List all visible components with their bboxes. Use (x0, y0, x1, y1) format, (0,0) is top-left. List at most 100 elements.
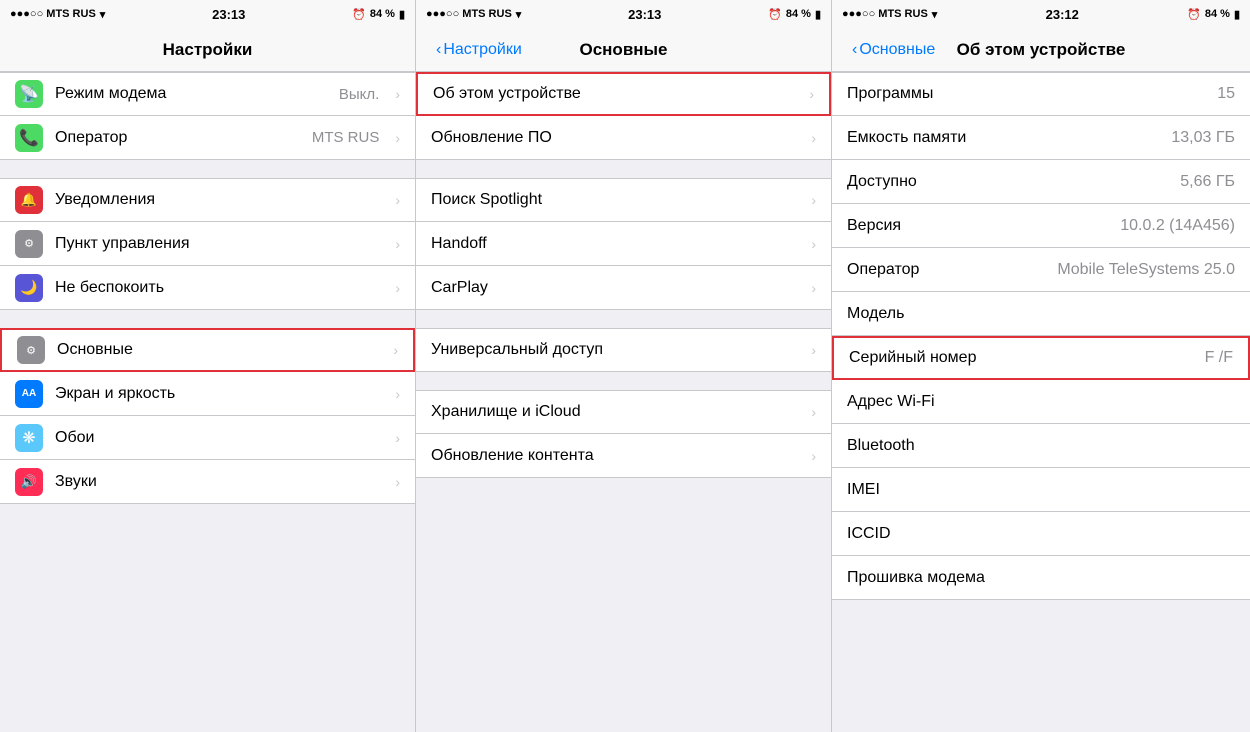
label-accessibility: Универсальный доступ (431, 341, 807, 359)
status-bar-2: ●●●○○ MTS RUS ▾ 23:13 ⏰ 84 % ▮ (416, 0, 831, 28)
chevron-wallpaper: › (395, 430, 400, 446)
plain-item-accessibility[interactable]: Универсальный доступ › (416, 328, 831, 372)
alarm-icon-3: ⏰ (1187, 8, 1201, 21)
icon-dnd: 🌙 (15, 274, 43, 302)
label-notifications: Уведомления (55, 191, 379, 209)
plain-item-icloud-storage[interactable]: Хранилище и iCloud › (416, 390, 831, 434)
icon-notifications: 🔔 (15, 186, 43, 214)
wifi-icon-2: ▾ (516, 8, 522, 21)
back-chevron-2: ‹ (436, 41, 441, 59)
label-content-update: Обновление контента (431, 447, 807, 465)
section-group-3a: Программы 15 Емкость памяти 13,03 ГБ Дос… (832, 72, 1250, 600)
settings-item-wallpaper[interactable]: ❋ Обои › (0, 416, 415, 460)
chevron-content-update: › (811, 448, 816, 464)
status-carrier-3: ●●●○○ MTS RUS ▾ (842, 8, 937, 21)
settings-item-notifications[interactable]: 🔔 Уведомления › (0, 178, 415, 222)
label-bluetooth: Bluetooth (847, 437, 1227, 455)
settings-item-modem[interactable]: 📡 Режим модема Выкл. › (0, 72, 415, 116)
label-modem-fw: Прошивка модема (847, 569, 1227, 587)
label-operator3: Оператор (847, 261, 1049, 279)
status-carrier-1: ●●●○○ MTS RUS ▾ (10, 8, 105, 21)
plain-item-content-update[interactable]: Обновление контента › (416, 434, 831, 478)
settings-item-sounds[interactable]: 🔊 Звуки › (0, 460, 415, 504)
label-serial: Серийный номер (849, 349, 1197, 367)
nav-bar-2: ‹ Настройки Основные (416, 28, 831, 72)
wifi-icon-3: ▾ (932, 8, 938, 21)
section-group-2d: Хранилище и iCloud › Обновление контента… (416, 390, 831, 478)
label-sounds: Звуки (55, 473, 379, 491)
section-group-1: 📡 Режим модема Выкл. › 📞 Оператор MTS RU… (0, 72, 415, 160)
settings-item-operator[interactable]: 📞 Оператор MTS RUS › (0, 116, 415, 160)
settings-list-3: Программы 15 Емкость памяти 13,03 ГБ Дос… (832, 72, 1250, 732)
alarm-icon-2: ⏰ (768, 8, 782, 21)
signal-3: ●●●○○ MTS RUS (842, 8, 928, 20)
label-handoff: Handoff (431, 235, 807, 253)
label-imei: IMEI (847, 481, 1227, 499)
status-time-1: 23:13 (212, 7, 245, 22)
chevron-accessibility: › (811, 342, 816, 358)
status-bar-1: ●●●○○ MTS RUS ▾ 23:13 ⏰ 84 % ▮ (0, 0, 415, 28)
plain-item-carplay[interactable]: CarPlay › (416, 266, 831, 310)
settings-item-display[interactable]: AA Экран и яркость › (0, 372, 415, 416)
detail-item-modem-fw: Прошивка модема (832, 556, 1250, 600)
chevron-update: › (811, 130, 816, 146)
label-dnd: Не беспокоить (55, 279, 379, 297)
settings-item-general[interactable]: ⚙ Основные › (0, 328, 415, 372)
label-programs: Программы (847, 85, 1209, 103)
battery-icon-3: ▮ (1234, 8, 1240, 21)
battery-percent-2: 84 % (786, 8, 811, 20)
chevron-operator: › (395, 130, 400, 146)
label-model: Модель (847, 305, 1227, 323)
chevron-general: › (393, 342, 398, 358)
plain-item-update[interactable]: Обновление ПО › (416, 116, 831, 160)
detail-item-model: Модель (832, 292, 1250, 336)
detail-item-imei: IMEI (832, 468, 1250, 512)
icon-sounds: 🔊 (15, 468, 43, 496)
battery-percent-1: 84 % (370, 8, 395, 20)
signal-2: ●●●○○ MTS RUS (426, 8, 512, 20)
detail-item-iccid: ICCID (832, 512, 1250, 556)
nav-bar-1: Настройки (0, 28, 415, 72)
back-button-3[interactable]: ‹ Основные (852, 41, 935, 59)
label-general: Основные (57, 341, 377, 359)
chevron-carplay: › (811, 280, 816, 296)
detail-item-version: Версия 10.0.2 (14A456) (832, 204, 1250, 248)
detail-item-capacity: Емкость памяти 13,03 ГБ (832, 116, 1250, 160)
icon-display: AA (15, 380, 43, 408)
settings-item-control-center[interactable]: ⚙ Пункт управления › (0, 222, 415, 266)
status-battery-2: ⏰ 84 % ▮ (768, 8, 821, 21)
value-serial: F /F (1205, 349, 1233, 367)
battery-percent-3: 84 % (1205, 8, 1230, 20)
label-wifi: Адрес Wi-Fi (847, 393, 1227, 411)
settings-item-dnd[interactable]: 🌙 Не беспокоить › (0, 266, 415, 310)
gap-2c (416, 372, 831, 390)
icon-operator: 📞 (15, 124, 43, 152)
section-group-3: ⚙ Основные › AA Экран и яркость › ❋ Обои… (0, 328, 415, 504)
value-operator3: Mobile TeleSystems 25.0 (1057, 261, 1235, 279)
back-button-2[interactable]: ‹ Настройки (436, 41, 522, 59)
gap-1 (0, 160, 415, 178)
plain-item-about[interactable]: Об этом устройстве › (416, 72, 831, 116)
signal-dots-1: ●●●○○ MTS RUS (10, 8, 96, 20)
status-carrier-2: ●●●○○ MTS RUS ▾ (426, 8, 521, 21)
panel-settings: ●●●○○ MTS RUS ▾ 23:13 ⏰ 84 % ▮ Настройки… (0, 0, 416, 732)
plain-item-handoff[interactable]: Handoff › (416, 222, 831, 266)
label-about: Об этом устройстве (433, 85, 805, 103)
nav-title-2: Основные (579, 40, 667, 60)
label-capacity: Емкость памяти (847, 129, 1163, 147)
detail-item-bluetooth: Bluetooth (832, 424, 1250, 468)
plain-item-spotlight[interactable]: Поиск Spotlight › (416, 178, 831, 222)
chevron-icloud-storage: › (811, 404, 816, 420)
chevron-control-center: › (395, 236, 400, 252)
label-operator: Оператор (55, 129, 300, 147)
section-group-2: 🔔 Уведомления › ⚙ Пункт управления › 🌙 Н… (0, 178, 415, 310)
wifi-icon-1: ▾ (100, 8, 106, 21)
label-iccid: ICCID (847, 525, 1227, 543)
status-time-2: 23:13 (628, 7, 661, 22)
gap-2a (416, 160, 831, 178)
value-version: 10.0.2 (14A456) (1120, 217, 1235, 235)
back-label-3: Основные (859, 41, 935, 59)
nav-bar-3: ‹ Основные Об этом устройстве (832, 28, 1250, 72)
chevron-dnd: › (395, 280, 400, 296)
section-group-2a: Об этом устройстве › Обновление ПО › (416, 72, 831, 160)
